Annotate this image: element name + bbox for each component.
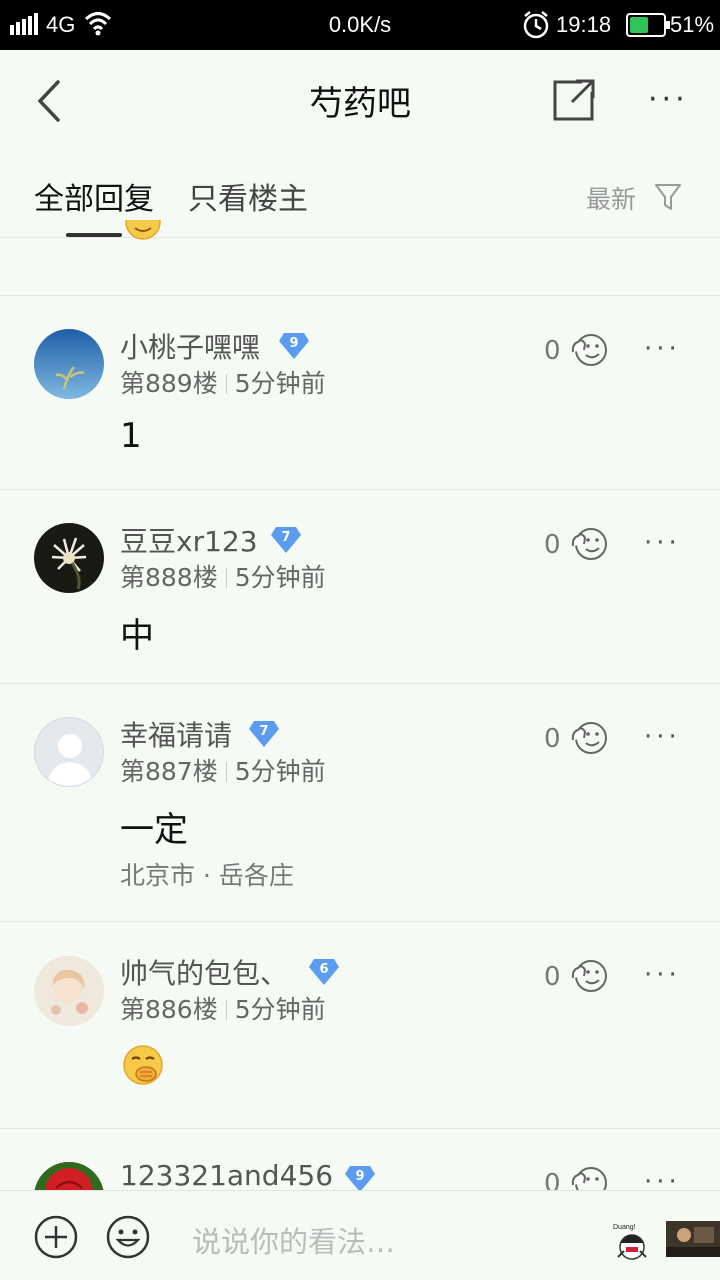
post-time: 5分钟前 (234, 563, 326, 592)
like-count: 0 (544, 336, 561, 366)
username[interactable]: 帅气的包包、 (120, 952, 288, 992)
covering-mouth-emoji-icon (123, 1045, 163, 1085)
post-time: 5分钟前 (234, 757, 326, 786)
avatar[interactable] (34, 717, 104, 787)
floor-number: 第889楼 (120, 369, 218, 398)
floor-number: 第887楼 (120, 757, 218, 786)
avatar[interactable] (34, 523, 104, 593)
post-meta: 第886楼 5分钟前 (120, 990, 326, 1026)
reply-post: 帅气的包包、 6 第886楼 5分钟前 0 ··· (0, 922, 720, 1128)
avatar[interactable] (34, 1162, 104, 1190)
top-nav: 芍药吧 ··· (0, 50, 720, 150)
like-count: 0 (544, 724, 561, 754)
tab-only-op[interactable]: 只看楼主 (188, 174, 308, 218)
floor-number: 第886楼 (120, 995, 218, 1024)
thumbs-up-icon[interactable] (570, 958, 608, 994)
alarm-icon (523, 11, 549, 39)
sticker-caption: Duang! (613, 1224, 636, 1231)
post-more-icon[interactable]: ··· (644, 334, 681, 364)
level-badge: 7 (270, 526, 302, 554)
level-badge: 9 (344, 1165, 376, 1190)
level-badge: 6 (308, 958, 340, 986)
avatar[interactable] (34, 956, 104, 1026)
avatar[interactable] (34, 329, 104, 399)
clock: 19:18 (556, 12, 612, 37)
floor-number: 第888楼 (120, 563, 218, 592)
sticker-thumbnail[interactable] (666, 1221, 720, 1257)
more-icon[interactable]: ··· (648, 82, 689, 117)
filter-icon[interactable] (654, 182, 682, 212)
status-bar: 4G 0.0K/s 19:18 51% (0, 0, 720, 50)
smile-emoji-icon (125, 220, 161, 240)
battery-percent: 51% (670, 12, 715, 37)
network-speed: 0.0K/s (328, 12, 392, 37)
post-content: 一定 (120, 810, 188, 850)
post-meta: 第887楼 5分钟前 (120, 752, 326, 788)
like-count: 0 (544, 962, 561, 992)
post-meta: 第888楼 5分钟前 (120, 558, 326, 594)
sort-latest[interactable]: 最新 (586, 180, 636, 216)
post-content: 1 (120, 416, 142, 456)
reply-post: 豆豆xr123 7 第888楼 5分钟前 中 0 ··· (0, 490, 720, 683)
reply-tabs: 全部回复 只看楼主 最新 (0, 150, 720, 238)
post-more-icon[interactable]: ··· (644, 722, 681, 752)
level-badge: 7 (248, 720, 280, 748)
reply-bar: 说说你的看法… Duang! (0, 1190, 720, 1280)
reply-post: 123321and456 9 0 ··· (0, 1129, 720, 1190)
post-content: 中 (120, 616, 154, 656)
like-count: 0 (544, 1169, 561, 1190)
username[interactable]: 豆豆xr123 (120, 520, 258, 560)
tab-all-replies[interactable]: 全部回复 (34, 174, 154, 218)
level-badge: 9 (278, 332, 310, 360)
post-time: 5分钟前 (234, 995, 326, 1024)
post-more-icon[interactable]: ··· (644, 528, 681, 558)
thumbs-up-icon[interactable] (570, 332, 608, 368)
post-more-icon[interactable]: ··· (644, 1167, 681, 1190)
thumbs-up-icon[interactable] (570, 1165, 608, 1190)
like-count: 0 (544, 530, 561, 560)
thumbs-up-icon[interactable] (570, 526, 608, 562)
username[interactable]: 123321and456 (120, 1159, 333, 1190)
active-tab-indicator (66, 233, 122, 237)
battery-icon (626, 13, 670, 37)
post-meta: 第889楼 5分钟前 (120, 364, 326, 400)
share-icon[interactable] (552, 78, 596, 122)
add-attachment-icon[interactable] (34, 1215, 78, 1259)
post-location: 北京市 · 岳各庄 (120, 861, 294, 890)
reply-input[interactable]: 说说你的看法… (192, 1219, 395, 1261)
reply-post: 小桃子嘿嘿 9 第889楼 5分钟前 1 0 ··· (0, 296, 720, 489)
username[interactable]: 幸福请请 (120, 714, 232, 754)
thumbs-up-icon[interactable] (570, 720, 608, 756)
reply-post: 幸福请请 7 第887楼 5分钟前 一定 北京市 · 岳各庄 0 ··· (0, 684, 720, 921)
sticker-icon[interactable]: Duang! (610, 1221, 654, 1265)
page-title: 芍药吧 (309, 84, 411, 124)
post-more-icon[interactable]: ··· (644, 960, 681, 990)
post-time: 5分钟前 (234, 369, 326, 398)
username[interactable]: 小桃子嘿嘿 (120, 326, 260, 366)
emoji-icon[interactable] (106, 1215, 150, 1259)
